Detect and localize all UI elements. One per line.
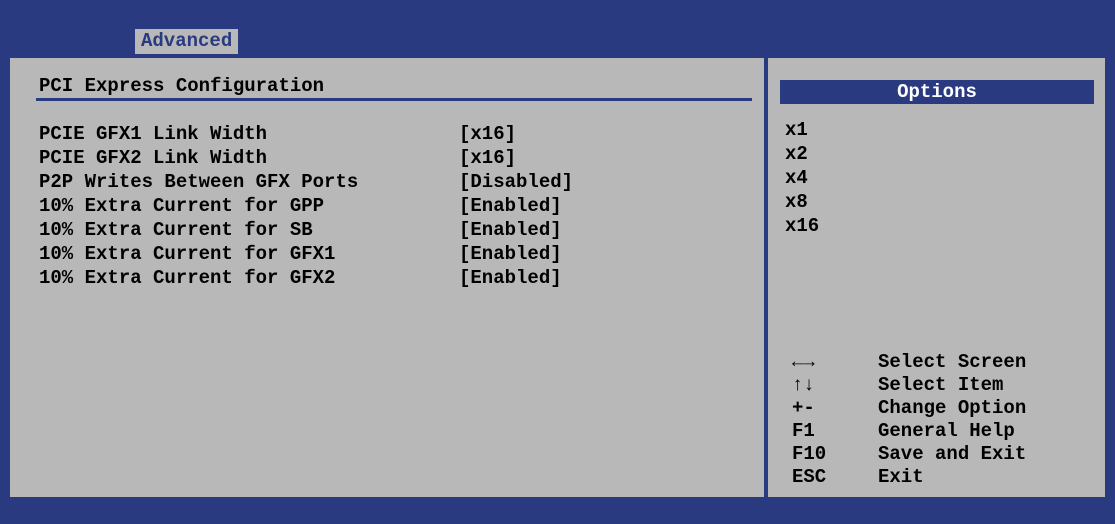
- setting-value[interactable]: [x16]: [459, 122, 516, 146]
- option-item[interactable]: x8: [785, 190, 819, 214]
- setting-value[interactable]: [Enabled]: [459, 242, 562, 266]
- setting-value[interactable]: [x16]: [459, 146, 516, 170]
- help-row-select-item: ↑↓ Select Item: [788, 374, 1108, 397]
- page-title: PCI Express Configuration: [39, 75, 325, 97]
- title-divider: [36, 98, 752, 101]
- option-item[interactable]: x4: [785, 166, 819, 190]
- setting-row-extra-current-sb[interactable]: 10% Extra Current for SB [Enabled]: [39, 218, 739, 242]
- setting-row-extra-current-gfx2[interactable]: 10% Extra Current for GFX2 [Enabled]: [39, 266, 739, 290]
- setting-value[interactable]: [Enabled]: [459, 218, 562, 242]
- setting-value[interactable]: [Disabled]: [459, 170, 573, 194]
- help-row-save-exit: F10 Save and Exit: [788, 443, 1108, 466]
- help-key: ESC: [792, 466, 827, 488]
- bottom-bar: [0, 500, 1115, 524]
- help-row-general-help: F1 General Help: [788, 420, 1108, 443]
- help-panel: Options x1 x2 x4 x8 x16 ←→ Select Screen…: [768, 58, 1105, 497]
- help-desc: Select Screen: [878, 351, 1027, 373]
- setting-label: 10% Extra Current for GPP: [39, 195, 325, 217]
- setting-label: P2P Writes Between GFX Ports: [39, 171, 359, 193]
- help-desc: General Help: [878, 420, 1015, 442]
- help-desc: Save and Exit: [878, 443, 1027, 465]
- setting-row-p2p-writes[interactable]: P2P Writes Between GFX Ports [Disabled]: [39, 170, 739, 194]
- help-key: F1: [792, 420, 815, 442]
- setting-row-extra-current-gfx1[interactable]: 10% Extra Current for GFX1 [Enabled]: [39, 242, 739, 266]
- help-desc: Select Item: [878, 374, 1004, 396]
- help-row-change-option: +- Change Option: [788, 397, 1108, 420]
- help-desc: Exit: [878, 466, 924, 488]
- setting-label: PCIE GFX1 Link Width: [39, 123, 268, 145]
- up-down-arrows-icon: ↑↓: [792, 374, 815, 396]
- top-bar: Advanced: [0, 0, 1115, 55]
- tab-advanced[interactable]: Advanced: [135, 29, 239, 54]
- settings-list: PCIE GFX1 Link Width [x16] PCIE GFX2 Lin…: [39, 122, 739, 290]
- settings-panel: PCI Express Configuration PCIE GFX1 Link…: [10, 58, 763, 497]
- help-key: +-: [792, 397, 815, 419]
- options-header: Options: [780, 80, 1094, 104]
- bios-frame: PCI Express Configuration PCIE GFX1 Link…: [7, 55, 1108, 500]
- help-row-select-screen: ←→ Select Screen: [788, 351, 1108, 374]
- key-help: ←→ Select Screen ↑↓ Select Item +- Chang…: [788, 351, 1108, 489]
- help-desc: Change Option: [878, 397, 1027, 419]
- option-item[interactable]: x1: [785, 118, 819, 142]
- setting-row-gfx1-link-width[interactable]: PCIE GFX1 Link Width [x16]: [39, 122, 739, 146]
- option-item[interactable]: x16: [785, 214, 819, 238]
- help-key: F10: [792, 443, 827, 465]
- help-row-exit: ESC Exit: [788, 466, 1108, 489]
- setting-label: PCIE GFX2 Link Width: [39, 147, 268, 169]
- setting-value[interactable]: [Enabled]: [459, 194, 562, 218]
- options-list: x1 x2 x4 x8 x16: [785, 118, 819, 238]
- left-right-arrows-icon: ←→: [792, 351, 815, 373]
- setting-label: 10% Extra Current for GFX1: [39, 243, 336, 265]
- setting-row-extra-current-gpp[interactable]: 10% Extra Current for GPP [Enabled]: [39, 194, 739, 218]
- setting-label: 10% Extra Current for GFX2: [39, 267, 336, 289]
- option-item[interactable]: x2: [785, 142, 819, 166]
- setting-label: 10% Extra Current for SB: [39, 219, 313, 241]
- setting-row-gfx2-link-width[interactable]: PCIE GFX2 Link Width [x16]: [39, 146, 739, 170]
- setting-value[interactable]: [Enabled]: [459, 266, 562, 290]
